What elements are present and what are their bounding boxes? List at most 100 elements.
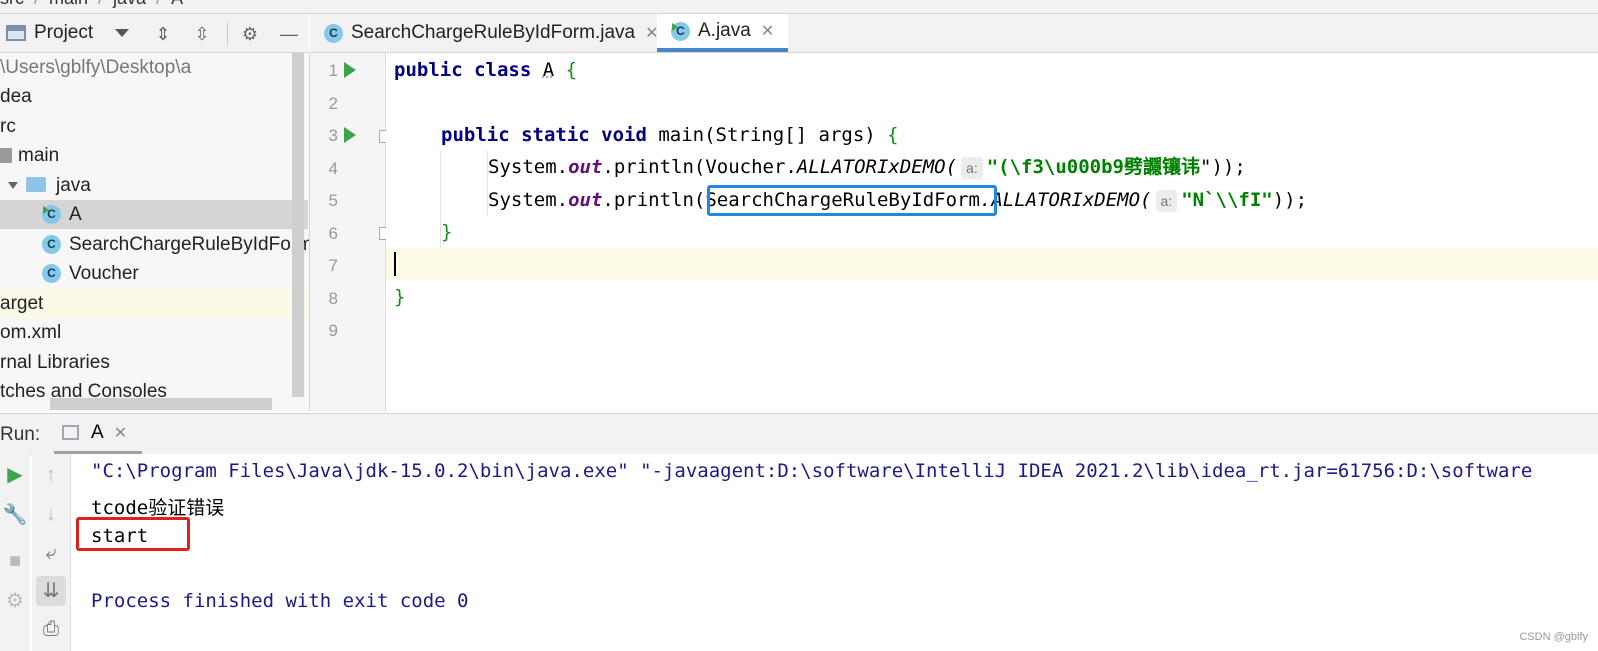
code-editor[interactable]: public class A { public static void main… — [386, 53, 1598, 412]
editor-gutter: 1 2 3 4 5 6 7 8 9 — [310, 53, 392, 412]
gear-icon[interactable]: ⚙ — [239, 24, 261, 44]
arrow-up-icon[interactable]: ↑ — [36, 464, 66, 487]
code-token: System. — [488, 156, 569, 178]
line-number: 8 — [328, 289, 338, 308]
tree-item-a[interactable]: CA — [0, 200, 308, 229]
line-number: 9 — [328, 321, 338, 340]
expand-all-icon[interactable]: ⇕ — [152, 24, 174, 44]
close-icon[interactable]: ✕ — [114, 423, 127, 443]
arrow-down-icon[interactable]: ↓ — [36, 503, 66, 526]
code-line-3: public static void main(String[] args) { — [441, 119, 899, 151]
highlight-box-blue — [707, 185, 997, 216]
run-gutter-icon[interactable] — [344, 127, 356, 143]
tab-a-java[interactable]: C A.java ✕ — [657, 14, 789, 52]
project-panel-header: Project ⇕ ⇳ ⚙ — — [0, 14, 309, 53]
tree-item-label: Voucher — [69, 263, 139, 284]
folder-icon — [0, 148, 12, 164]
tree-item-voucher[interactable]: C Voucher — [0, 259, 308, 288]
tree-item-label: dea — [0, 86, 32, 107]
code-token: out — [568, 156, 603, 178]
code-token: out — [568, 189, 603, 211]
run-tab-a[interactable]: A ✕ — [54, 414, 142, 454]
project-window-icon — [6, 25, 26, 41]
code-token: .ALLATORIxDEMO( — [979, 189, 1152, 211]
editor-tabs: C SearchChargeRuleByIdForm.java ✕ C A.ja… — [310, 14, 1598, 53]
tree-item-src[interactable]: rc — [0, 112, 308, 141]
project-title: Project — [34, 22, 94, 43]
tree-item-label: A — [69, 204, 82, 225]
class-icon: C — [42, 235, 61, 255]
run-gutter-icon[interactable] — [344, 62, 356, 78]
line-number: 4 — [328, 159, 338, 178]
stop-icon[interactable]: ■ — [0, 550, 30, 573]
keyword: public class — [394, 59, 532, 81]
tree-item-java[interactable]: java — [0, 171, 308, 200]
code-token: System. — [488, 189, 569, 211]
project-view-selector[interactable]: Project — [6, 22, 130, 44]
code-token: )); — [1272, 189, 1308, 211]
tree-item-external-libraries[interactable]: rnal Libraries — [0, 348, 308, 377]
collapse-all-icon[interactable]: ⇳ — [191, 24, 213, 44]
tree-item-pom-xml[interactable]: om.xml — [0, 318, 308, 347]
chevron-down-icon[interactable] — [8, 182, 18, 190]
runnable-class-icon: C — [671, 21, 690, 41]
tab-label: A.java — [698, 20, 751, 41]
console-line: tcode验证错误 — [91, 497, 225, 519]
breadcrumb-item[interactable]: src — [0, 0, 24, 8]
class-name: A — [542, 59, 555, 81]
string-literal: 劈讔镶讳 — [1124, 156, 1201, 178]
tree-item-label: rnal Libraries — [0, 352, 110, 373]
soft-wrap-icon[interactable]: ⤶ — [36, 542, 66, 565]
tab-searchchargerulebyidform-java[interactable]: C SearchChargeRuleByIdForm.java ✕ — [324, 14, 658, 52]
tree-item-label: om.xml — [0, 322, 62, 343]
line-number: 7 — [328, 256, 338, 275]
close-icon[interactable]: ✕ — [761, 21, 774, 41]
run-panel-header: Run: A ✕ — [0, 413, 1598, 455]
code-token: ")); — [1200, 156, 1246, 178]
code-token: .println(Voucher. — [602, 156, 797, 178]
line-number: 5 — [328, 191, 338, 210]
source-folder-icon — [26, 177, 46, 193]
tree-item-root-path[interactable]: \Users\gblfy\Desktop\a — [0, 53, 308, 82]
brace: } — [394, 286, 406, 308]
console-line: Process finished with exit code 0 — [91, 590, 469, 612]
settings-icon[interactable]: ⚙ — [0, 588, 30, 613]
rerun-icon[interactable]: ▶ — [0, 462, 30, 487]
vertical-scrollbar[interactable] — [292, 53, 304, 397]
code-token: .println( — [602, 189, 706, 211]
tree-item-searchchargerulebyidform[interactable]: C SearchChargeRuleByIdForm — [0, 230, 310, 259]
brace: } — [441, 221, 453, 243]
tree-item-main[interactable]: main — [0, 141, 308, 170]
text-caret — [394, 252, 396, 276]
run-toolbar-right: ↑ ↓ ⤶ ⇊ ⎙ — [32, 454, 71, 651]
console-line: "C:\Program Files\Java\jdk-15.0.2\bin\ja… — [91, 460, 1533, 482]
keyword: public static void — [441, 124, 647, 146]
scroll-to-end-icon[interactable]: ⇊ — [36, 576, 66, 606]
run-tab-label: A — [91, 421, 104, 443]
code-line-8: } — [394, 281, 405, 313]
run-label: Run: — [0, 424, 41, 445]
string-literal: "(\f3\u000b9 — [986, 156, 1124, 178]
tree-item-target[interactable]: arget — [0, 289, 308, 318]
breadcrumb-item[interactable]: A — [171, 0, 183, 8]
tree-item-idea[interactable]: dea — [0, 82, 308, 111]
class-icon: C — [324, 23, 343, 43]
line-number: 2 — [328, 94, 338, 113]
parameter-hint: a: — [961, 157, 983, 179]
wrench-icon[interactable]: 🔧 — [0, 502, 30, 527]
breadcrumb-item[interactable]: java — [113, 0, 146, 8]
chevron-down-icon[interactable] — [115, 29, 130, 37]
tree-item-label: rc — [0, 116, 16, 137]
console-output[interactable]: "C:\Program Files\Java\jdk-15.0.2\bin\ja… — [71, 454, 1598, 651]
watermark: CSDN @gblfy — [1519, 631, 1588, 643]
horizontal-scrollbar[interactable] — [50, 398, 272, 410]
string-literal: "N`\\fI" — [1181, 189, 1273, 211]
parameter-hint: a: — [1155, 190, 1178, 212]
current-line-highlight — [386, 248, 1598, 280]
hide-panel-icon[interactable]: — — [278, 24, 300, 44]
tree-item-label: arget — [0, 293, 44, 314]
code-token: ALLATORIxDEMO( — [796, 156, 958, 178]
breadcrumb-item[interactable]: main — [49, 0, 88, 8]
tree-item-label: SearchChargeRuleByIdForm — [69, 234, 310, 255]
print-icon[interactable]: ⎙ — [36, 618, 66, 641]
